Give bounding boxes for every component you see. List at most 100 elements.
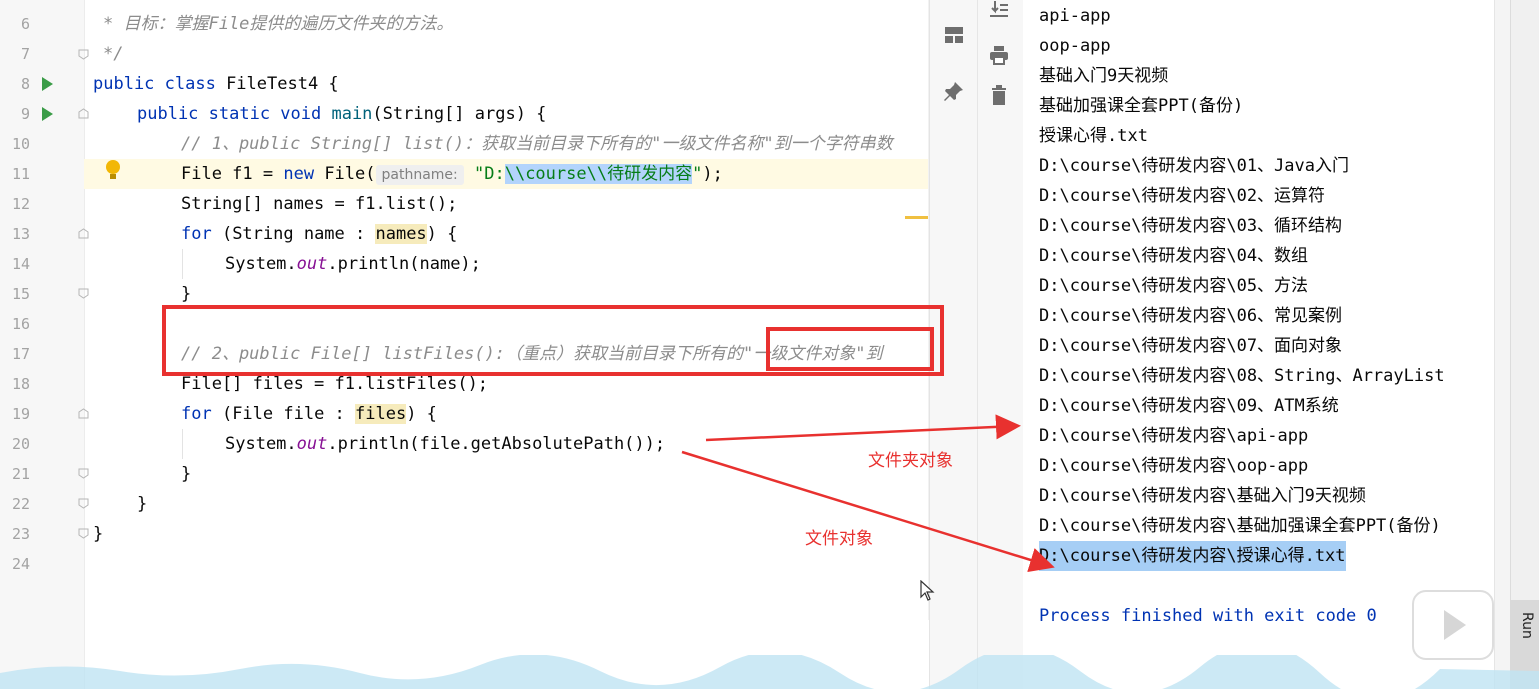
line-number: 6 — [20, 15, 30, 33]
usage-highlight: files — [355, 404, 407, 424]
code-text: ) { — [426, 224, 458, 244]
code-text: .println(name); — [327, 254, 481, 274]
code-line-14[interactable]: System.out.println(name); — [225, 249, 481, 279]
line-number: 11 — [11, 165, 30, 183]
code-line-11[interactable]: File f1 = new File(pathname: "D:\\course… — [181, 159, 723, 189]
process-finished-message[interactable]: Process finished with exit code 0 — [1039, 601, 1377, 631]
run-method-icon[interactable] — [42, 107, 53, 121]
line-number: 20 — [11, 435, 30, 453]
console-line[interactable]: D:\course\待研发内容\02、运算符 — [1039, 181, 1325, 211]
code-line-23[interactable]: } — [93, 519, 103, 549]
scroll-to-end-icon[interactable] — [988, 0, 1010, 22]
keyword: new — [283, 164, 315, 184]
console-line[interactable]: D:\course\待研发内容\08、String、ArrayList — [1039, 361, 1445, 391]
console-line[interactable]: D:\course\待研发内容\oop-app — [1039, 451, 1308, 481]
console-line[interactable]: 授课心得.txt — [1039, 121, 1148, 151]
code-text: System. — [225, 434, 297, 454]
console-scrollbar[interactable] — [1494, 0, 1511, 689]
code-text: File( — [314, 164, 376, 184]
code-text: .println(file.getAbsolutePath()); — [327, 434, 666, 454]
code-text: (File file : — [211, 404, 356, 424]
code-text: (String[] args) { — [372, 104, 547, 124]
console-line[interactable]: D:\course\待研发内容\06、常见案例 — [1039, 301, 1342, 331]
console-line[interactable]: api-app — [1039, 1, 1111, 31]
line-number: 8 — [20, 75, 30, 93]
line-number: 23 — [11, 525, 30, 543]
line-number: 12 — [11, 195, 30, 213]
fold-marker-icon[interactable] — [78, 528, 89, 539]
console-line[interactable]: 基础加强课全套PPT(备份) — [1039, 91, 1243, 121]
line-number: 16 — [11, 315, 30, 333]
console-line[interactable]: D:\course\待研发内容\09、ATM系统 — [1039, 391, 1339, 421]
code-text: } — [181, 464, 192, 484]
selected-text[interactable]: \\course\\待研发内容 — [504, 164, 693, 184]
code-line-20[interactable]: System.out.println(file.getAbsolutePath(… — [225, 429, 665, 459]
trash-icon[interactable] — [988, 84, 1010, 106]
code-text: } — [93, 524, 104, 544]
console-line[interactable]: D:\course\待研发内容\01、Java入门 — [1039, 151, 1349, 181]
console-line[interactable]: oop-app — [1039, 31, 1111, 61]
fold-marker-icon[interactable] — [78, 108, 89, 119]
code-line-8[interactable]: public class FileTest4 { — [93, 69, 339, 99]
run-class-icon[interactable] — [42, 77, 53, 91]
class-name: FileTest4 { — [215, 74, 339, 94]
string-literal: "D: — [474, 164, 505, 184]
keyword: for — [181, 224, 212, 244]
code-text: File[] files = f1.listFiles(); — [181, 374, 489, 394]
code-line-12[interactable]: String[] names = f1.list(); — [181, 189, 457, 219]
code-text: } — [137, 494, 148, 514]
comment: // 1、public String[] list()：获取当前目录下所有的"一… — [181, 134, 893, 154]
code-text: (String name : — [211, 224, 376, 244]
console-line[interactable]: D:\course\待研发内容\基础入门9天视频 — [1039, 481, 1366, 511]
editor-gutter: 6 7 8 9 10 11 12 13 14 15 16 17 18 19 20… — [0, 0, 89, 689]
audio-waveform — [0, 655, 1539, 689]
indent-guide — [182, 429, 183, 459]
static-field: out — [296, 254, 328, 274]
keyword: for — [181, 404, 212, 424]
code-line-19[interactable]: for (File file : files) { — [181, 399, 437, 429]
code-text: ); — [702, 164, 723, 184]
line-number: 24 — [11, 555, 30, 573]
pin-icon[interactable] — [943, 80, 965, 102]
keyword: public class — [93, 74, 216, 94]
annotation-file-object: 文件对象 — [805, 529, 873, 549]
line-number: 18 — [11, 375, 30, 393]
console-line[interactable]: D:\course\待研发内容\api-app — [1039, 421, 1308, 451]
console-line[interactable]: D:\course\待研发内容\03、循环结构 — [1039, 211, 1342, 241]
code-line-7[interactable]: */ — [103, 39, 123, 69]
fold-marker-icon[interactable] — [78, 49, 89, 60]
lightbulb-icon[interactable] — [106, 160, 120, 179]
print-icon[interactable] — [988, 44, 1010, 66]
string-literal: " — [692, 164, 703, 184]
console-line[interactable]: D:\course\待研发内容\04、数组 — [1039, 241, 1308, 271]
code-text: System. — [225, 254, 297, 274]
line-number: 17 — [11, 345, 30, 363]
scrollbar-marker[interactable] — [905, 216, 928, 219]
code-line-6[interactable]: * 目标：掌握File提供的遍历文件夹的方法。 — [103, 9, 453, 39]
console-line[interactable]: 基础入门9天视频 — [1039, 61, 1168, 91]
parameter-hint: pathname: — [375, 165, 464, 185]
console-line[interactable]: D:\course\待研发内容\05、方法 — [1039, 271, 1308, 301]
layout-icon[interactable] — [943, 24, 965, 46]
fold-marker-icon[interactable] — [78, 228, 89, 239]
console-line[interactable]: D:\course\待研发内容\基础加强课全套PPT(备份) — [1039, 511, 1441, 541]
fold-marker-icon[interactable] — [78, 288, 89, 299]
code-text: } — [181, 284, 192, 304]
code-line-13[interactable]: for (String name : names) { — [181, 219, 457, 249]
static-field: out — [296, 434, 328, 454]
fold-marker-icon[interactable] — [78, 408, 89, 419]
mouse-cursor-icon — [920, 580, 935, 601]
video-play-icon[interactable] — [1412, 590, 1494, 660]
code-line-21[interactable]: } — [181, 459, 191, 489]
usage-highlight: names — [375, 224, 427, 244]
line-number: 7 — [20, 45, 30, 63]
code-line-9[interactable]: public static void main(String[] args) { — [137, 99, 546, 129]
line-number: 9 — [20, 105, 30, 123]
line-number: 21 — [11, 465, 30, 483]
code-line-10[interactable]: // 1、public String[] list()：获取当前目录下所有的"一… — [181, 129, 893, 159]
console-line-selected[interactable]: D:\course\待研发内容\授课心得.txt — [1039, 541, 1346, 571]
code-line-22[interactable]: } — [137, 489, 147, 519]
fold-marker-icon[interactable] — [78, 468, 89, 479]
console-line[interactable]: D:\course\待研发内容\07、面向对象 — [1039, 331, 1342, 361]
fold-marker-icon[interactable] — [78, 498, 89, 509]
